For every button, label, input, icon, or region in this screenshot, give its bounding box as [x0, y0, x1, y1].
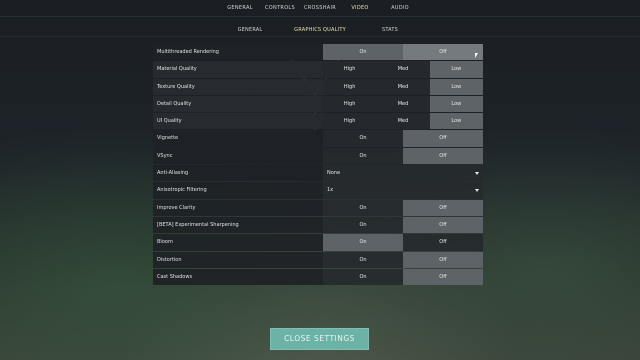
setting-options: On Off	[323, 251, 483, 268]
top-divider	[0, 16, 640, 17]
setting-label: Distortion	[153, 251, 323, 268]
subtab-graphics-quality[interactable]: GRAPHICS QUALITY	[294, 27, 346, 33]
close-settings-button[interactable]: CLOSE SETTINGS	[270, 328, 369, 350]
option-high[interactable]: High	[323, 96, 376, 112]
setting-label: Anisotropic Filtering	[153, 182, 323, 199]
subtab-general[interactable]: GENERAL	[238, 27, 263, 33]
tab-audio[interactable]: AUDIO	[391, 5, 409, 11]
option-off[interactable]: Off	[403, 216, 483, 234]
option-high[interactable]: High	[323, 61, 376, 77]
setting-options: High Med Low	[323, 61, 483, 78]
setting-label: Cast Shadows	[153, 268, 323, 286]
option-med[interactable]: Med	[376, 96, 429, 112]
setting-row: VSync On Off	[153, 147, 483, 165]
option-low[interactable]: Low	[429, 113, 483, 130]
setting-row: Material Quality High Med Low	[153, 61, 483, 78]
option-low[interactable]: Low	[429, 78, 483, 95]
chevron-down-icon	[475, 172, 479, 176]
setting-row: UI Quality High Med Low	[153, 113, 483, 130]
option-on[interactable]: On	[323, 217, 403, 233]
option-on[interactable]: On	[323, 252, 403, 268]
setting-options: High Med Low	[323, 95, 483, 113]
setting-row: Anisotropic Filtering 1x	[153, 182, 483, 199]
setting-label: Material Quality	[153, 61, 323, 78]
option-on[interactable]: On	[323, 269, 403, 285]
option-low[interactable]: Low	[429, 61, 483, 78]
option-off[interactable]: Off	[403, 268, 483, 286]
setting-label: Vignette	[153, 130, 323, 147]
graphics-settings-list: Multithreaded Rendering On Off Material Qua…	[153, 44, 483, 286]
setting-label: Bloom	[153, 234, 323, 251]
setting-options: On Off	[323, 199, 483, 216]
tab-video[interactable]: VIDEO	[351, 5, 368, 11]
option-on[interactable]: On	[323, 130, 403, 146]
chevron-down-icon	[475, 189, 479, 193]
setting-options: On Off	[323, 147, 483, 165]
setting-label: VSync	[153, 147, 323, 165]
option-med[interactable]: Med	[376, 113, 429, 129]
dropdown-value: 1x	[327, 187, 334, 194]
setting-options: On Off	[323, 130, 483, 147]
setting-options: High Med Low	[323, 113, 483, 130]
setting-options: High Med Low	[323, 78, 483, 95]
setting-label: Multithreaded Rendering	[153, 44, 323, 61]
setting-row: Detail Quality High Med Low	[153, 95, 483, 113]
subtab-stats[interactable]: STATS	[382, 27, 398, 33]
option-low[interactable]: Low	[429, 95, 483, 113]
setting-row: Improve Clarity On Off	[153, 199, 483, 217]
option-on[interactable]: On	[323, 234, 403, 251]
setting-label: [BETA] Experimental Sharpening	[153, 216, 323, 234]
option-on[interactable]: On	[323, 200, 403, 216]
top-navigation: GENERAL CONTROLS CROSSHAIR VIDEO AUDIO	[0, 0, 640, 16]
option-med[interactable]: Med	[376, 61, 429, 77]
tab-controls[interactable]: CONTROLS	[265, 5, 295, 11]
setting-label: UI Quality	[153, 113, 323, 130]
setting-label: Texture Quality	[153, 78, 323, 95]
setting-row: [BETA] Experimental Sharpening On Off	[153, 216, 483, 234]
option-high[interactable]: High	[323, 113, 376, 129]
setting-options: On Off	[323, 44, 483, 61]
dropdown-value: None	[327, 170, 341, 177]
tab-crosshair[interactable]: CROSSHAIR	[304, 5, 336, 11]
mouse-pointer-icon	[475, 53, 478, 58]
sub-divider	[0, 36, 640, 37]
tab-general[interactable]: GENERAL	[227, 5, 253, 11]
setting-row: Anti-Aliasing None	[153, 165, 483, 182]
setting-options: On Off	[323, 216, 483, 234]
option-off[interactable]: Off	[403, 44, 483, 61]
option-on[interactable]: On	[323, 148, 403, 164]
setting-row: Distortion On Off	[153, 251, 483, 269]
option-off[interactable]: Off	[403, 234, 483, 250]
option-on[interactable]: On	[323, 44, 403, 61]
option-off[interactable]: Off	[403, 130, 483, 147]
option-off[interactable]: Off	[403, 199, 483, 216]
setting-dropdown[interactable]: None	[323, 165, 483, 182]
setting-row: Bloom On Off	[153, 234, 483, 251]
option-med[interactable]: Med	[376, 79, 429, 95]
setting-row: Cast Shadows On Off	[153, 268, 483, 286]
setting-row: Multithreaded Rendering On Off	[153, 44, 483, 61]
setting-label: Improve Clarity	[153, 199, 323, 216]
setting-row: Texture Quality High Med Low	[153, 78, 483, 96]
option-off[interactable]: Off	[403, 147, 483, 165]
setting-options: On Off	[323, 268, 483, 286]
setting-dropdown[interactable]: 1x	[323, 182, 483, 199]
option-high[interactable]: High	[323, 79, 376, 95]
setting-label: Anti-Aliasing	[153, 165, 323, 182]
option-off[interactable]: Off	[403, 251, 483, 268]
setting-row: Vignette On Off	[153, 130, 483, 147]
setting-label: Detail Quality	[153, 95, 323, 113]
setting-options: On Off	[323, 234, 483, 251]
